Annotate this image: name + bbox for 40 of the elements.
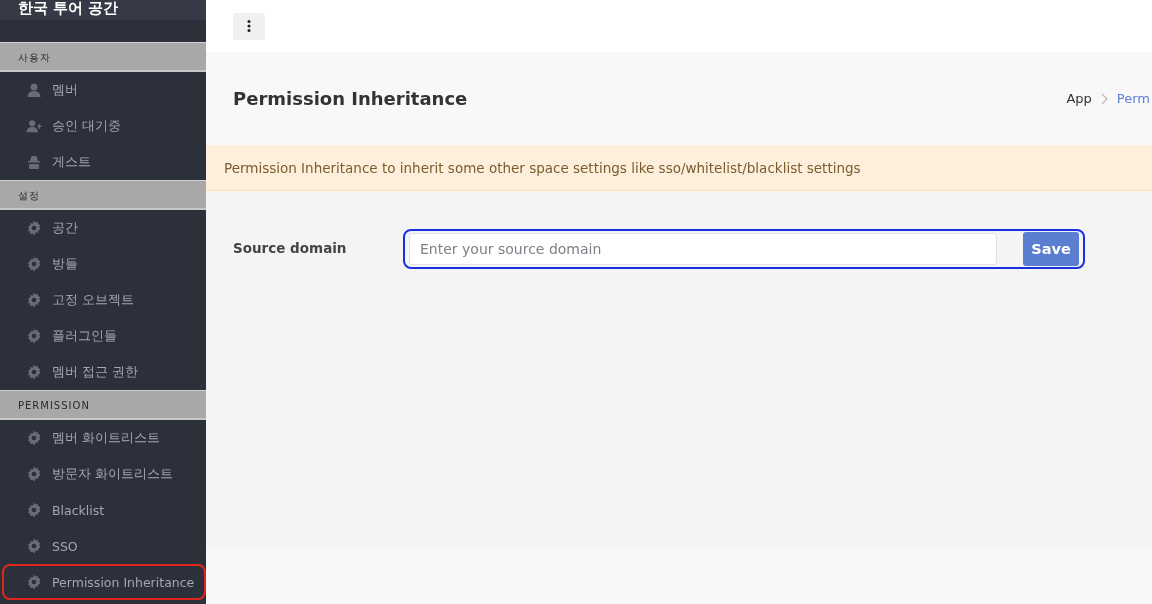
person-icon [26,82,42,98]
sidebar-item[interactable]: 플러그인들 [0,318,206,354]
sidebar-item[interactable]: Permission Inheritance [2,564,206,600]
app-title: 한국 투어 공간 [0,0,206,20]
sidebar-item[interactable]: 멤버 접근 권한 [0,354,206,390]
gear-icon [26,466,42,482]
section-heading: 사용자 [0,42,206,72]
gear-icon [26,502,42,518]
sidebar-item[interactable]: 고정 오브젝트 [0,282,206,318]
more-vertical-icon [247,20,251,32]
sidebar-item[interactable]: 방들 [0,246,206,282]
breadcrumb-link[interactable]: Perm [1116,91,1150,106]
chevron-right-icon [1100,92,1108,105]
alert-message: Permission Inheritance to inherit some other space settings like sso/whitelist/blacklist settings [224,159,861,176]
guest-icon [26,154,42,170]
gear-icon [26,538,42,554]
gear-icon [26,256,42,272]
gear-icon [26,574,42,590]
save-button[interactable]: Save [1023,232,1079,266]
sidebar-item[interactable]: 방문자 화이트리스트 [0,456,206,492]
sidebar-item[interactable]: 승인 대기중 [0,108,206,144]
more-button[interactable] [233,12,265,40]
sidebar-item[interactable]: 게스트 [0,144,206,180]
source-domain-field[interactable]: Enter your source domain [409,233,997,265]
gear-icon [26,292,42,308]
sidebar-item[interactable]: 공간 [0,210,206,246]
field-label: Source domain [233,239,348,256]
sidebar-item[interactable]: 멤버 화이트리스트 [0,420,206,456]
gear-icon [26,220,42,236]
gear-icon [26,328,42,344]
section-heading: 설정 [0,180,206,210]
gear-icon [26,430,42,446]
section-heading: PERMISSION [0,390,206,420]
sidebar-item[interactable]: SSO [0,528,206,564]
sidebar-item[interactable]: Blacklist [0,492,206,528]
gear-icon [26,364,42,380]
breadcrumb-link[interactable]: App [1066,91,1092,106]
person-add-icon [26,118,42,134]
sidebar-item[interactable]: 멤버 [0,72,206,108]
page-title: Permission Inheritance [233,88,468,109]
